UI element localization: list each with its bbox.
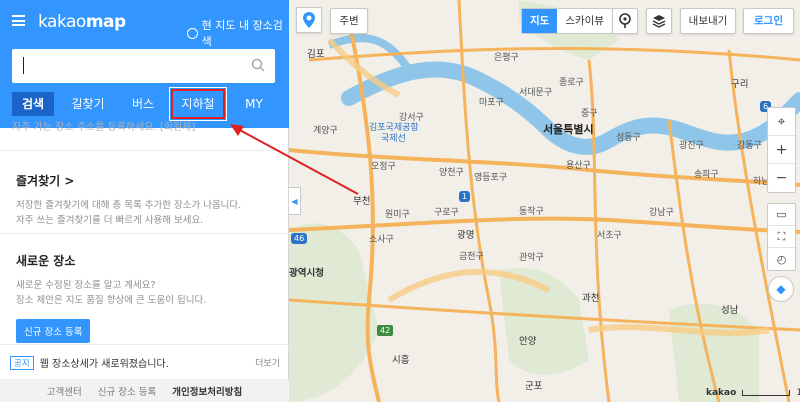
layers-icon [652,15,666,28]
map-type-toggle: 지도 스카이뷰 [521,8,613,34]
map-controls: ⌖ + − [767,107,796,193]
annotation-arrow [230,124,359,195]
map-scale: kakao 1km [706,388,800,398]
crosshair-icon: ⌖ [777,113,786,130]
radius-icon: ◴ [776,252,787,266]
map-type-map[interactable]: 지도 [522,9,558,33]
location-pin-button[interactable] [296,7,322,33]
layers-button[interactable] [646,8,672,34]
scale-bar [742,390,791,396]
map-type-skyview[interactable]: 스카이뷰 [557,9,612,33]
place-pin-button[interactable]: ◆ [768,276,794,302]
export-button[interactable]: 내보내기 [680,8,736,34]
street-view-icon [619,13,631,28]
zoom-out-button[interactable]: − [768,164,795,192]
radius-button[interactable]: ◴ [768,248,795,270]
location-pin-icon [303,12,315,28]
distance-button[interactable]: ▭ [768,204,795,226]
zoom-in-icon: + [775,141,788,158]
collapse-sidebar-button[interactable]: ◀ [289,187,301,215]
chevron-left-icon: ◀ [291,196,298,206]
zoom-in-button[interactable]: + [768,136,795,164]
roadview-button[interactable] [612,8,638,34]
area-icon: ⛶ [777,229,786,243]
measure-controls: ▭ ⛶ ◴ [767,203,796,271]
area-button[interactable]: ⛶ [768,226,795,248]
login-button[interactable]: 로그인 [743,8,794,34]
zoom-out-icon: − [775,170,788,186]
map-pin-icon: ◆ [776,282,786,296]
scale-distance: 1km [796,388,800,398]
ruler-icon: ▭ [776,208,787,221]
scale-brand: kakao [706,388,737,398]
current-location-button[interactable]: ⌖ [768,108,795,136]
nearby-button[interactable]: 주변 [330,8,368,34]
